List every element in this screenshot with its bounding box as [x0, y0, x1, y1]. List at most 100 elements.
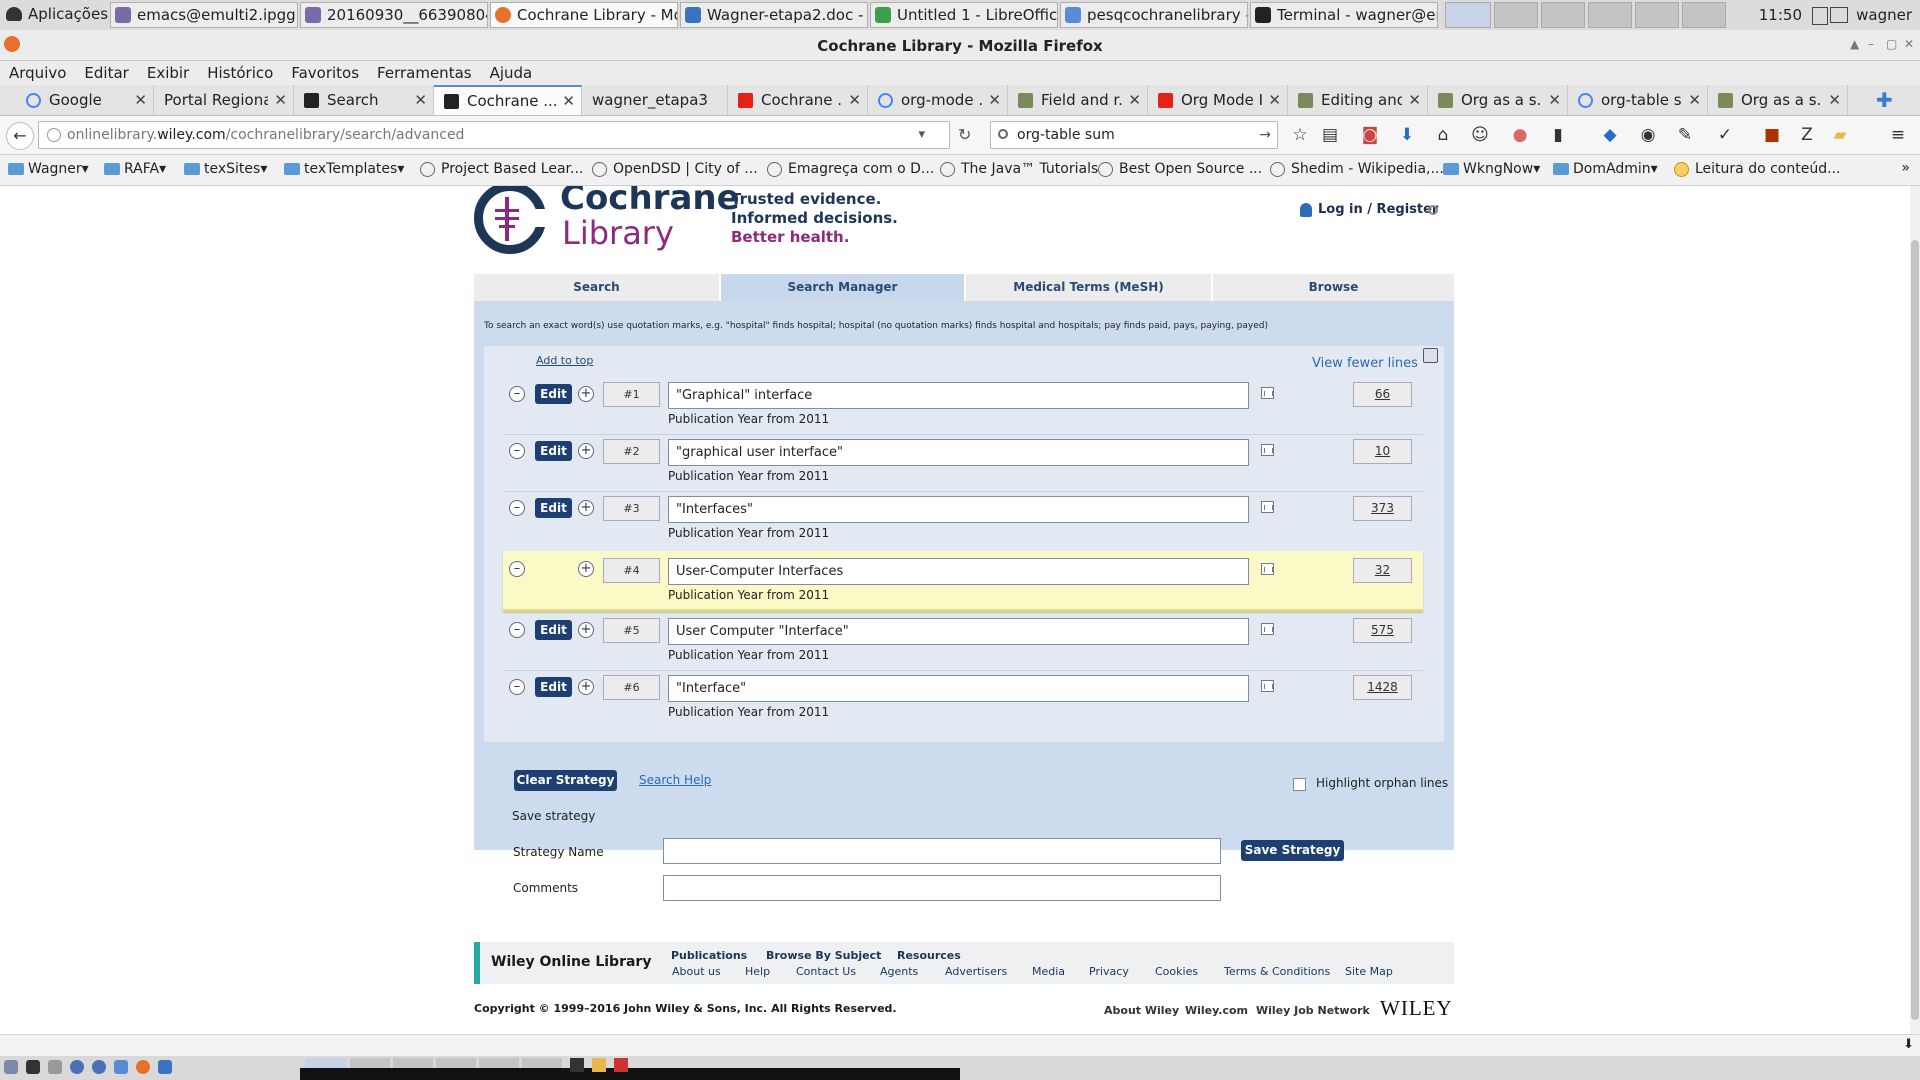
wiley-com-link[interactable]: Wiley.com	[1185, 1004, 1248, 1017]
settings-gear-icon[interactable]	[1428, 205, 1438, 215]
edit-button[interactable]: Edit	[535, 498, 572, 518]
add-to-top-link[interactable]: Add to top	[536, 354, 593, 367]
bookmark-folder-wkngnow[interactable]: WkngNow ▾	[1443, 161, 1540, 177]
close-tab-icon[interactable]: ✕	[1828, 91, 1841, 109]
minimize-icon[interactable]: –	[1868, 37, 1882, 51]
folder-extension-icon[interactable]: ▰	[1830, 125, 1850, 145]
bookmark-project-based[interactable]: Project Based Lear...	[420, 161, 583, 177]
edit-button[interactable]: Edit	[535, 384, 572, 404]
launcher-icon[interactable]	[114, 1060, 128, 1074]
url-dropdown-icon[interactable]: ▾	[918, 122, 925, 148]
footer-link-site-map[interactable]: Site Map	[1345, 965, 1393, 978]
tray-icon[interactable]	[614, 1058, 628, 1072]
footer-link-contact-us[interactable]: Contact Us	[796, 965, 856, 978]
add-line-icon[interactable]: +	[578, 622, 594, 638]
view-fewer-lines-link[interactable]: View fewer lines	[1312, 356, 1418, 371]
bookmark-leitura[interactable]: Leitura do conteúd...	[1674, 161, 1840, 177]
close-tab-icon[interactable]: ✕	[414, 91, 427, 109]
launcher-icon[interactable]	[26, 1060, 40, 1074]
tab-org-as-spreadsheet-2[interactable]: Org as a s... ✕	[1708, 85, 1848, 115]
downloads-icon[interactable]: ⬇	[1397, 125, 1417, 145]
colorful-extension-icon[interactable]: ●	[1510, 125, 1530, 145]
menu-ajuda[interactable]: Ajuda	[481, 61, 542, 85]
save-strategy-button[interactable]: Save Strategy	[1241, 840, 1344, 861]
tab-portal-regional[interactable]: Portal Regiona... ✕	[154, 85, 294, 115]
launcher-icon[interactable]	[158, 1060, 172, 1074]
bookmark-folder-domadmin[interactable]: DomAdmin ▾	[1553, 161, 1658, 177]
add-line-icon[interactable]: +	[578, 443, 594, 459]
tab-field-and-range[interactable]: Field and r... ✕	[1008, 85, 1148, 115]
tab-google[interactable]: Google ✕	[16, 85, 154, 115]
highlight-orphan-checkbox[interactable]	[1293, 778, 1306, 791]
export-icon[interactable]	[1423, 348, 1438, 363]
red-box-extension-icon[interactable]: ■	[1762, 125, 1782, 145]
query-field[interactable]: User Computer "Interface"	[668, 618, 1249, 645]
cochrane-logo-icon[interactable]	[474, 186, 547, 254]
dropbox-extension-icon[interactable]: ◆	[1600, 125, 1620, 145]
edit-button[interactable]: Edit	[535, 620, 572, 640]
footer-link-browse-by-subject[interactable]: Browse By Subject	[766, 949, 881, 962]
menu-ferramentas[interactable]: Ferramentas	[368, 61, 481, 85]
search-go-icon[interactable]: →	[1259, 122, 1271, 148]
tab-org-mode[interactable]: org-mode ... ✕	[868, 85, 1008, 115]
search-help-link[interactable]: Search Help	[639, 773, 711, 787]
footer-link-media[interactable]: Media	[1032, 965, 1065, 978]
menu-exibir[interactable]: Exibir	[138, 61, 198, 85]
menu-arquivo[interactable]: Arquivo	[0, 61, 75, 85]
tray-icon[interactable]	[570, 1058, 584, 1072]
add-line-icon[interactable]: +	[578, 500, 594, 516]
add-line-icon[interactable]: +	[578, 679, 594, 695]
limits-icon[interactable]	[1261, 563, 1274, 575]
close-icon[interactable]: ✕	[1904, 37, 1918, 51]
url-bar[interactable]: onlinelibrary.wiley.com/cochranelibrary/…	[38, 121, 950, 149]
task-terminal[interactable]: Terminal - wagner@em...	[1250, 2, 1438, 28]
footer-link-resources[interactable]: Resources	[897, 949, 961, 962]
workspace-1[interactable]	[1445, 2, 1491, 28]
scrollbar-thumb[interactable]	[1911, 240, 1919, 1020]
workspace-4[interactable]	[1588, 2, 1632, 28]
result-count-link[interactable]: 373	[1353, 496, 1412, 521]
tray-icon[interactable]	[592, 1058, 606, 1072]
chat-icon[interactable]: ☺	[1470, 125, 1490, 145]
footer-link-agents[interactable]: Agents	[880, 965, 918, 978]
launcher-icon[interactable]	[48, 1060, 62, 1074]
result-count-link[interactable]: 10	[1353, 439, 1412, 464]
logo-word-library[interactable]: Library	[562, 214, 674, 252]
menu-historico[interactable]: Histórico	[198, 61, 282, 85]
wiley-job-network-link[interactable]: Wiley Job Network	[1256, 1004, 1370, 1017]
footer-link-about-us[interactable]: About us	[672, 965, 721, 978]
clock[interactable]: 11:50	[1759, 6, 1802, 24]
new-tab-icon[interactable]: ✚	[1876, 88, 1893, 112]
clipboard-icon[interactable]: ▮	[1548, 125, 1568, 145]
menu-editar[interactable]: Editar	[75, 61, 137, 85]
close-tab-icon[interactable]: ✕	[1128, 91, 1141, 109]
tab-search[interactable]: Search ✕	[294, 85, 434, 115]
tab-cochrane-youtube[interactable]: Cochrane ... ✕	[728, 85, 868, 115]
close-tab-icon[interactable]: ✕	[1408, 91, 1421, 109]
close-tab-icon[interactable]: ✕	[134, 91, 147, 109]
footer-link-publications[interactable]: Publications	[671, 949, 747, 962]
result-count-link[interactable]: 32	[1353, 558, 1412, 583]
bookmark-folder-wagner[interactable]: Wagner ▾	[8, 161, 89, 177]
task-file-manager[interactable]: pesqcochranelibrary - ...	[1060, 2, 1248, 28]
limits-icon[interactable]	[1261, 387, 1274, 399]
edit-button[interactable]: Edit	[535, 677, 572, 697]
footer-link-privacy[interactable]: Privacy	[1089, 965, 1129, 978]
launcher-icon[interactable]	[70, 1060, 84, 1074]
tab-cochrane-active[interactable]: Cochrane ... ✕	[434, 85, 582, 115]
window-up-icon[interactable]: ▲	[1850, 37, 1864, 51]
query-field[interactable]: "Graphical" interface	[668, 382, 1249, 409]
workspace-6[interactable]	[1682, 2, 1726, 28]
add-line-icon[interactable]: +	[578, 386, 594, 402]
close-tab-icon[interactable]: ✕	[848, 91, 861, 109]
limits-icon[interactable]	[1261, 680, 1274, 692]
site-info-icon[interactable]	[47, 128, 61, 142]
footer-link-help[interactable]: Help	[745, 965, 770, 978]
tab-org-table-sum[interactable]: org-table s... ✕	[1568, 85, 1708, 115]
applications-menu[interactable]: Aplicações	[6, 5, 108, 23]
query-field[interactable]: "graphical user interface"	[668, 439, 1249, 466]
clear-strategy-button[interactable]: Clear Strategy	[514, 770, 617, 791]
launcher-icon[interactable]	[92, 1060, 106, 1074]
bookmark-opendsd[interactable]: OpenDSD | City of ...	[592, 161, 758, 177]
tab-browse[interactable]: Browse	[1213, 274, 1454, 301]
